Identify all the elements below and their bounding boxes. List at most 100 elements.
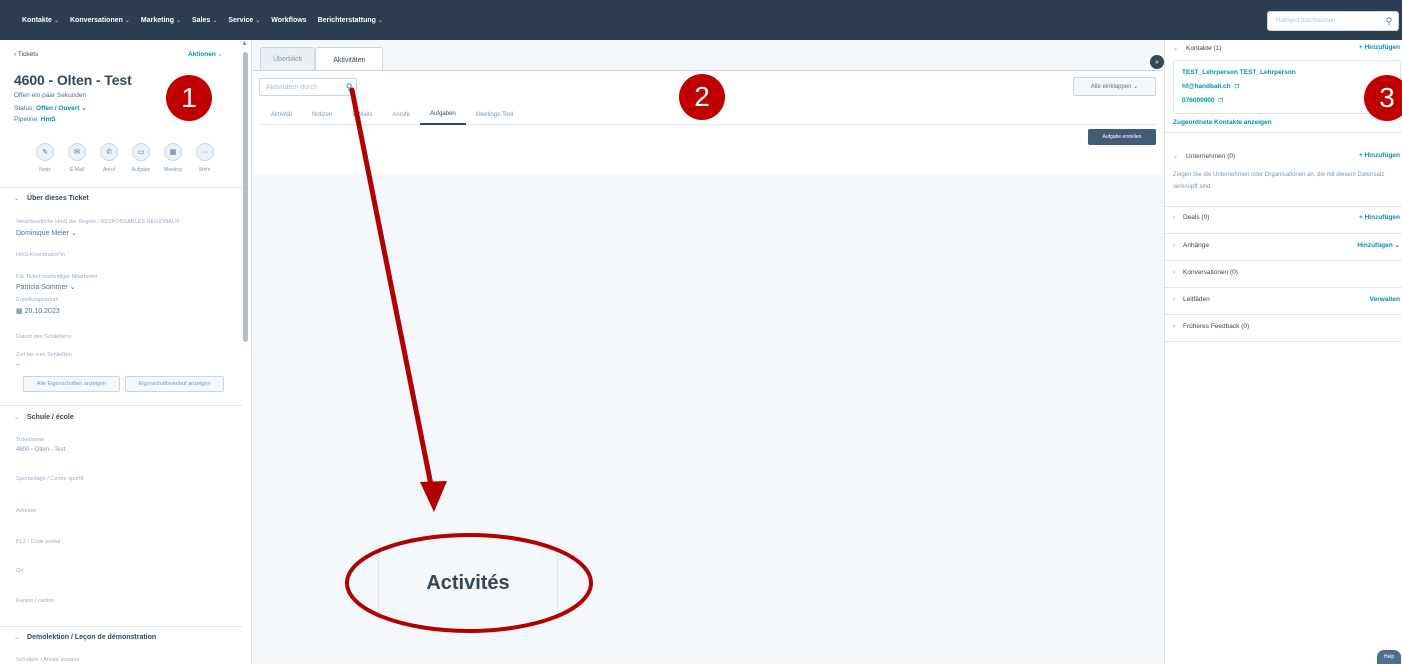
copy-icon[interactable]: ❐ xyxy=(1235,84,1239,90)
chevron-down-icon: ⌄ xyxy=(1173,46,1179,52)
prop-label: Zeit bis zum Schließen xyxy=(16,352,72,358)
contact-name-link[interactable]: TEST_Lehrperson TEST_Lehrperson xyxy=(1182,69,1296,76)
nav-item-berichterstattung[interactable]: Berichterstattung ⌄ xyxy=(318,17,383,24)
conversations-section-header[interactable]: › Konversationen (0) xyxy=(1173,269,1238,276)
expand-sidebar-icon[interactable]: » xyxy=(1150,55,1164,69)
section-demo-lesson[interactable]: ⌄ Demolektion / Leçon de démonstration xyxy=(14,634,156,641)
show-all-properties-button[interactable]: Alle Eigenschaften anzeigen xyxy=(23,376,120,392)
nav-item-sales[interactable]: Sales ⌄ xyxy=(192,17,217,24)
nav-item-kontakte[interactable]: Kontakte ⌄ xyxy=(22,17,59,24)
chevron-down-icon: ⌄ xyxy=(124,17,130,24)
subtab-tasks[interactable]: Aufgaben xyxy=(420,105,466,125)
prop-label: Schuljahr / Année scolaire xyxy=(16,657,80,663)
prop-label: Verantwortliche HmS der Region / RESPONS… xyxy=(16,219,180,225)
nav-item-konversationen[interactable]: Konversationen ⌄ xyxy=(70,17,130,24)
nav-item-marketing[interactable]: Marketing ⌄ xyxy=(141,17,181,24)
companies-section-header[interactable]: ⌄ Unternehmen (0) xyxy=(1173,153,1235,160)
tab-overview[interactable]: Überblick xyxy=(260,47,316,71)
annotation-badge-3: 3 xyxy=(1364,75,1402,121)
status-dropdown[interactable]: Offen / Ouvert ⌄ xyxy=(36,105,87,112)
collapse-all-button[interactable]: Alle einklappen ⌄ xyxy=(1073,77,1156,96)
add-contact-link[interactable]: + Hinzufügen xyxy=(1359,44,1400,51)
search-icon[interactable]: ⚲ xyxy=(1380,16,1398,27)
chevron-down-icon: ⌄ xyxy=(70,230,77,237)
prop-label: Adresse xyxy=(16,508,37,514)
subtab-notes[interactable]: Notizen xyxy=(302,105,342,125)
nav-item-workflows[interactable]: Workflows xyxy=(271,17,306,24)
attachments-section-header[interactable]: › Anhänge xyxy=(1173,242,1209,249)
prop-label: Ort xyxy=(16,568,24,574)
section-school[interactable]: ⌄ Schule / école xyxy=(14,414,74,421)
chevron-down-icon: ⌄ xyxy=(217,51,224,58)
chevron-down-icon: ⌄ xyxy=(14,415,20,421)
prop-label: Für Ticket zuständiger Mitarbeiter xyxy=(16,274,98,280)
chevron-down-icon: ⌄ xyxy=(377,17,383,24)
chevron-down-icon: ⌄ xyxy=(14,196,20,202)
deals-section-header[interactable]: › Deals (0) xyxy=(1173,214,1209,221)
task-icon: ▭ xyxy=(132,143,150,161)
main-tabs: Überblick Aktivitäten xyxy=(260,47,384,72)
annotation-badge-1: 1 xyxy=(166,75,212,121)
pipeline-dropdown[interactable]: HmS xyxy=(41,116,56,123)
chevron-down-icon: ⌄ xyxy=(69,284,76,291)
global-search-input[interactable]: HubSpot durchsuchen ⚲ xyxy=(1267,11,1399,31)
add-attachment-dropdown[interactable]: Hinzufügen ⌄ xyxy=(1357,241,1400,249)
more-button[interactable]: ··· Mehr xyxy=(193,143,217,173)
subtab-activity[interactable]: Aktivität xyxy=(261,105,302,125)
activity-search-input[interactable]: Aktivitäten durch ⚲ xyxy=(259,78,357,96)
prop-value-responsible[interactable]: Dominique Meier ⌄ xyxy=(16,229,77,237)
hubspot-ticket-page: Kontakte ⌄ Konversationen ⌄ Marketing ⌄ Sal… xyxy=(0,0,1402,664)
contact-email-link[interactable]: hf@handball.ch ❐ xyxy=(1182,83,1239,90)
divider xyxy=(1165,206,1402,207)
chevron-right-icon: › xyxy=(1173,296,1175,303)
scroll-up-arrow-icon[interactable]: ▲ xyxy=(241,40,248,47)
chevron-down-icon: ⌄ xyxy=(1173,154,1179,160)
calendar-icon: ▦ xyxy=(164,143,182,161)
ticket-pipeline: Pipeline: HmS xyxy=(14,116,56,123)
copy-icon[interactable]: ❐ xyxy=(1219,98,1223,104)
email-button[interactable]: ✉ E-Mail xyxy=(65,143,89,173)
chevron-down-icon: ⌄ xyxy=(1394,242,1400,249)
create-task-button[interactable]: Aufgabe erstellen xyxy=(1088,129,1156,145)
help-chat-button[interactable]: Help xyxy=(1377,650,1401,664)
pencil-icon: ✎ xyxy=(36,143,54,161)
divider xyxy=(1165,233,1402,234)
divider xyxy=(1165,287,1402,288)
playbooks-section-header[interactable]: › Leitfäden xyxy=(1173,296,1210,303)
feedback-section-header[interactable]: › Früheres Feedback (0) xyxy=(1173,323,1249,330)
task-button[interactable]: ▭ Aufgabe xyxy=(129,143,153,173)
divider xyxy=(0,405,242,406)
prop-value-owner[interactable]: Patricia Sommer ⌄ xyxy=(16,283,76,291)
back-to-tickets-link[interactable]: ‹ Tickets xyxy=(14,51,38,58)
nav-item-service[interactable]: Service ⌄ xyxy=(228,17,260,24)
more-icon: ··· xyxy=(196,143,214,161)
subtab-calls[interactable]: Anrufe xyxy=(382,105,420,125)
sidebar-scrollbar[interactable] xyxy=(243,52,248,342)
divider xyxy=(1165,260,1402,261)
subtab-meetings[interactable]: Meetings-Tool xyxy=(466,105,523,125)
chevron-right-icon: › xyxy=(1173,214,1175,221)
call-button[interactable]: ✆ Anruf xyxy=(97,143,121,173)
meeting-button[interactable]: ▦ Meeting xyxy=(161,143,185,173)
subtab-emails[interactable]: E-Mails xyxy=(342,105,382,125)
actions-dropdown[interactable]: Aktionen ⌄ xyxy=(188,50,223,58)
add-company-link[interactable]: + Hinzufügen xyxy=(1359,152,1400,159)
property-history-button[interactable]: Eigenschaftsverlauf anzeigen xyxy=(125,376,224,392)
manage-playbooks-link[interactable]: Verwalten xyxy=(1370,296,1400,303)
prop-value-created-date[interactable]: ▦ 20.10.2023 xyxy=(16,307,60,315)
contacts-section-header[interactable]: ⌄ Kontakte (1) xyxy=(1173,45,1221,52)
calendar-icon: ▦ xyxy=(16,308,23,315)
tab-activities[interactable]: Aktivitäten xyxy=(315,47,384,72)
prop-value-ticket-name[interactable]: 4600 - Olten - Test xyxy=(16,447,65,453)
search-icon[interactable]: ⚲ xyxy=(342,82,356,93)
add-deal-link[interactable]: + Hinzufügen xyxy=(1359,214,1400,221)
section-about-ticket[interactable]: ⌄ Über dieses Ticket xyxy=(14,195,89,202)
contact-phone-link[interactable]: 076000000 ❐ xyxy=(1182,97,1223,104)
chevron-down-icon: ⌄ xyxy=(212,17,218,24)
show-associated-contacts-link[interactable]: Zugeordnete Kontakte anzeigen xyxy=(1173,119,1272,126)
ticket-open-duration: Offen ein paar Sekunden xyxy=(14,92,87,99)
prop-value-time-to-close: -- xyxy=(16,362,20,368)
prop-label: Erstellungsdatum xyxy=(16,297,59,303)
divider xyxy=(1165,132,1402,133)
note-button[interactable]: ✎ Notiz xyxy=(33,143,57,173)
